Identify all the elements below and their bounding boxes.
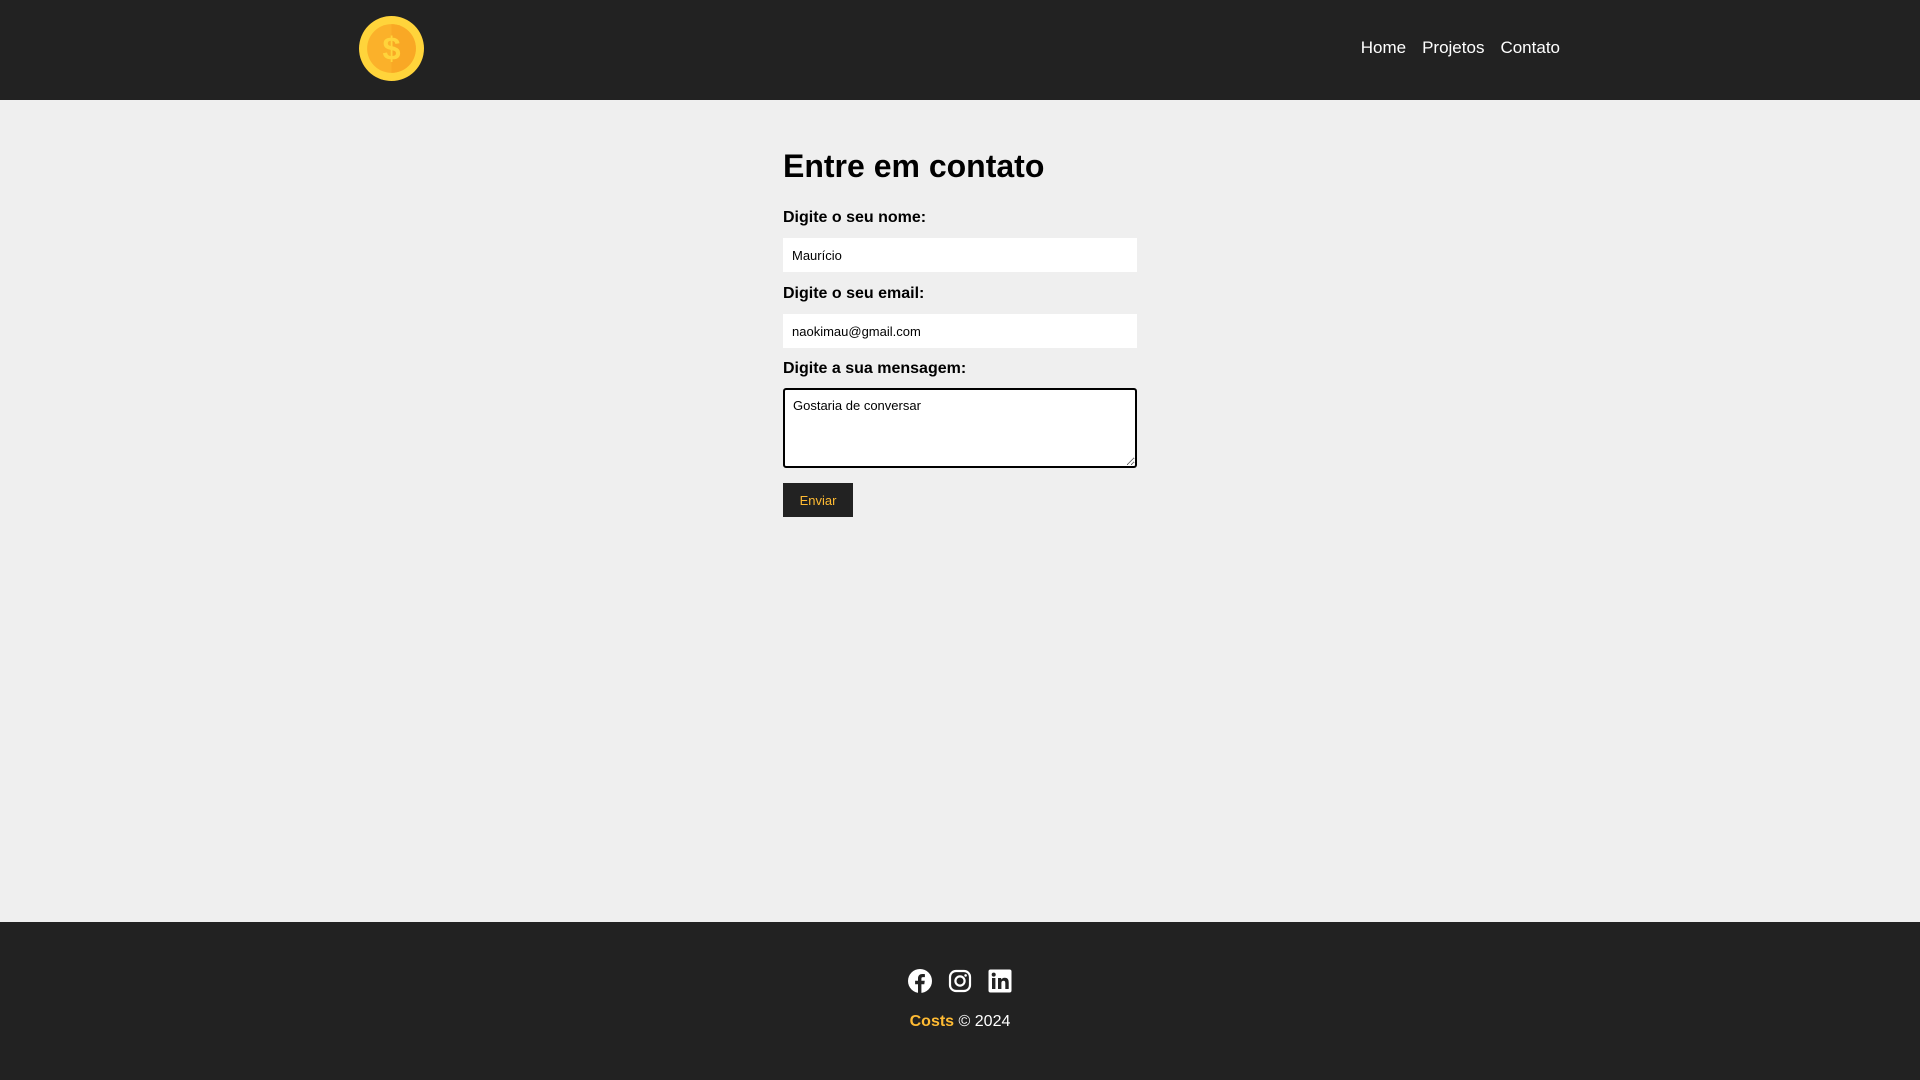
social-links [0,969,1920,993]
message-textarea[interactable]: Gostaria de conversar [783,388,1137,468]
instagram-link[interactable] [948,969,972,993]
submit-button[interactable]: Enviar [783,483,853,517]
email-label: Digite o seu email: [783,285,925,302]
linkedin-icon [988,969,1012,993]
copyright-text: © 2024 [958,1013,1011,1030]
brand-name: Costs [909,1013,955,1030]
nav-link-projetos[interactable]: Projetos [1422,38,1484,57]
name-label: Digite o seu nome: [783,209,927,226]
nav-link-contato[interactable]: Contato [1500,38,1560,57]
footer: Costs © 2024 [0,922,1920,1080]
nav-link-home[interactable]: Home [1361,38,1406,57]
contact-section: Entre em contato Digite o seu nome: Digi… [783,100,1137,517]
email-input[interactable] [783,314,1137,348]
linkedin-link[interactable] [988,969,1012,993]
logo-link[interactable]: $ [359,16,424,81]
instagram-icon [948,969,972,993]
page-title: Entre em contato [783,148,1045,184]
name-input[interactable] [783,238,1137,272]
svg-text:$: $ [382,31,400,67]
nav-links: Home Projetos Contato [1361,38,1560,58]
facebook-link[interactable] [908,969,932,993]
message-label: Digite a sua mensagem: [783,360,967,377]
copyright: Costs © 2024 [0,1012,1920,1031]
navbar: $ Home Projetos Contato [0,0,1920,100]
gold-dollar-coin-icon: $ [359,16,424,81]
contact-form: Digite o seu nome: Digite o seu email: D… [783,208,1137,517]
facebook-icon [908,969,932,993]
